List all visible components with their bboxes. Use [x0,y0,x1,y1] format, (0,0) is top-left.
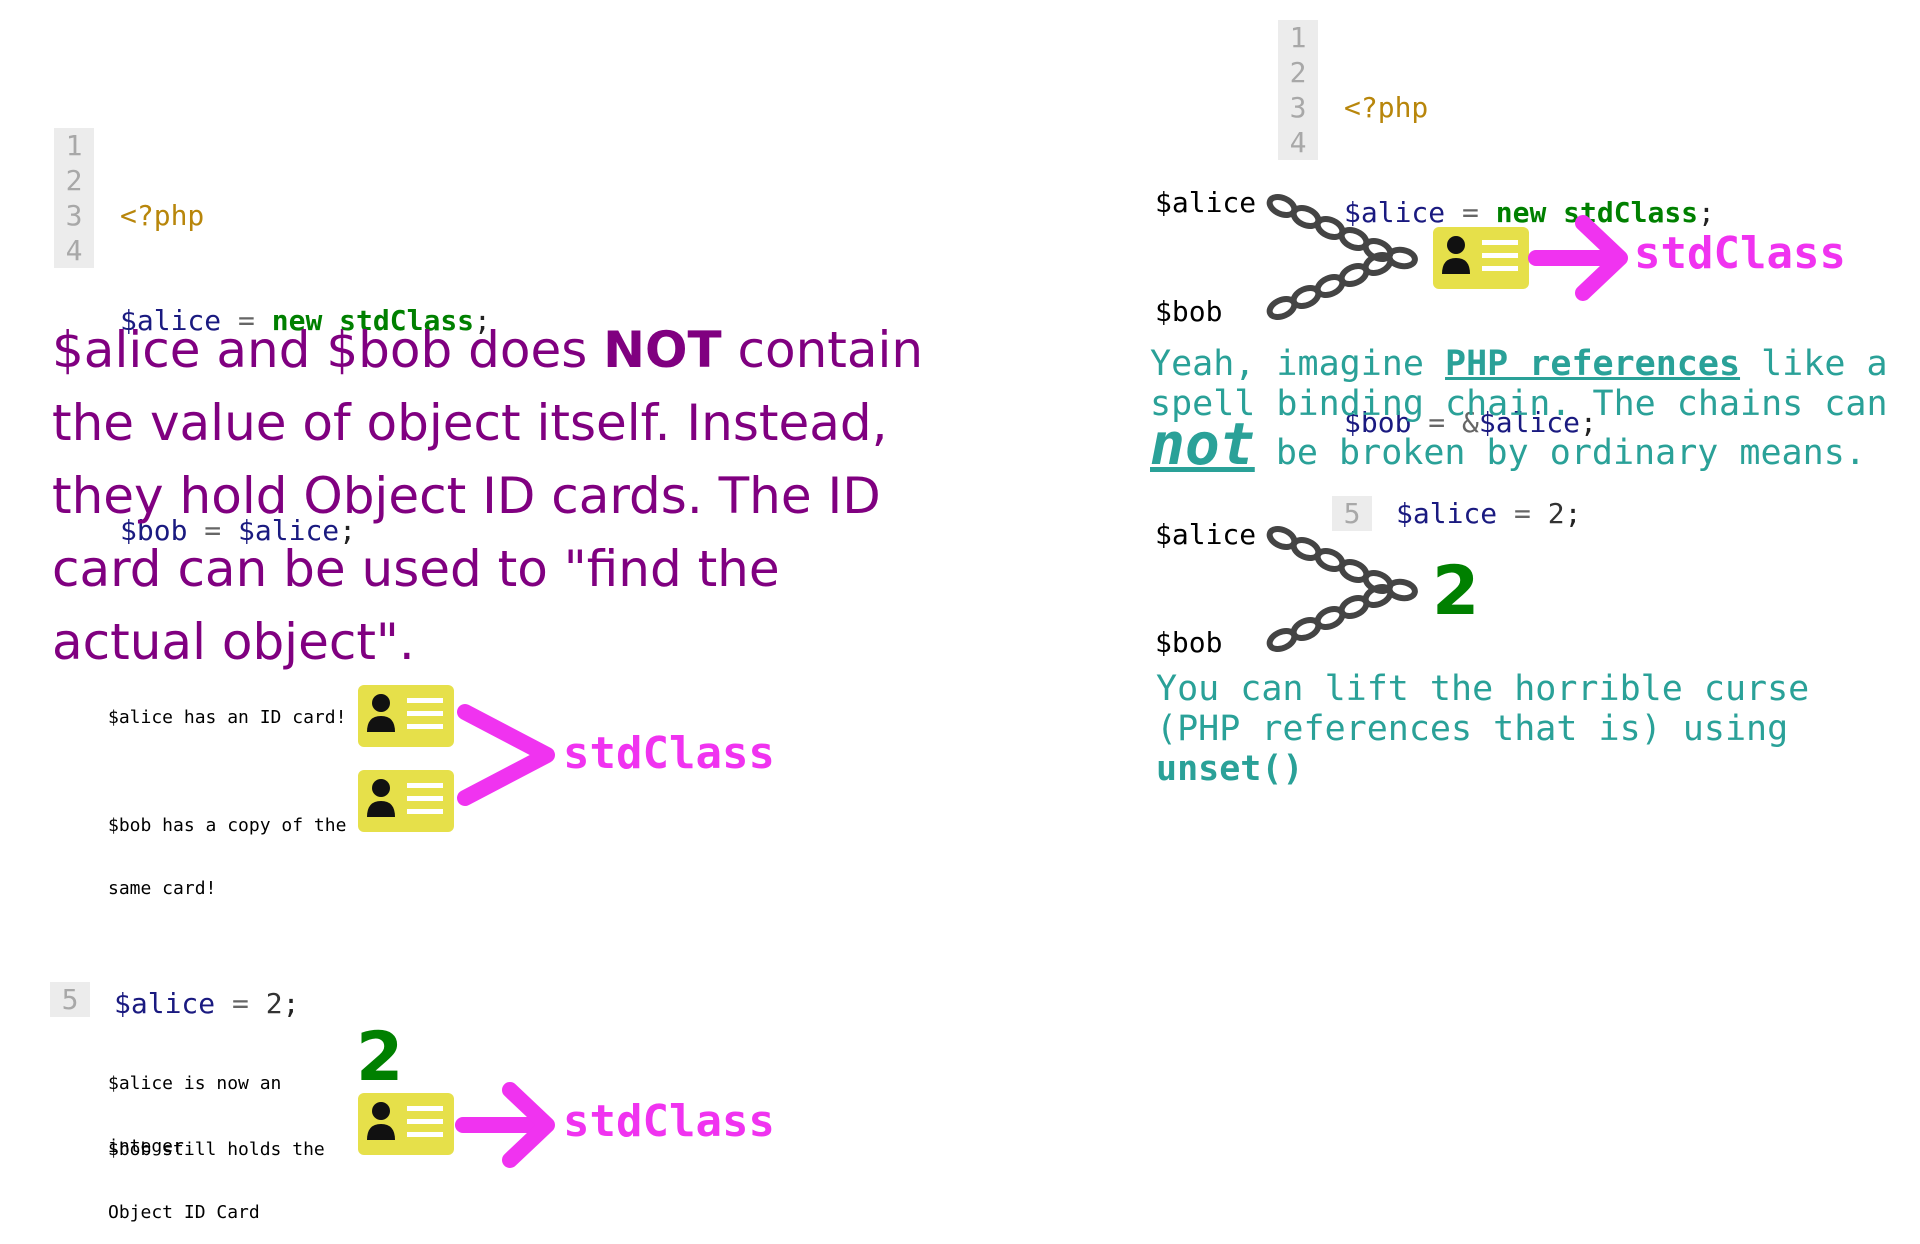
line-number: 4 [1289,126,1307,159]
line-number: 2 [65,164,83,197]
reference-text-part1: Yeah, imagine [1150,344,1446,384]
bob-card-label: $bob has a copy of the same card! [108,773,346,920]
explanation-part1: $alice and $bob does [52,321,604,379]
line-number: 5 [50,982,90,1017]
id-card-icon [1433,227,1529,289]
number-literal: 2 [265,987,283,1020]
alice-label: $alice [1155,186,1257,219]
bob-label: $bob [1155,626,1223,659]
right-code-gutter: 1 2 3 4 [1278,20,1318,160]
semicolon: ; [1698,196,1715,229]
semicolon: ; [282,987,300,1020]
bob-card-label-line2: same card! [108,878,217,899]
unset-function: unset() [1156,749,1304,789]
stdclass-label: stdClass [563,728,775,779]
id-card-icon [358,685,454,747]
php-open-tag: <?php [1344,91,1429,124]
bob-card-still-label: $bob still holds the Object ID Card [108,1097,325,1244]
line-number: 4 [65,234,83,267]
explanation-paragraph: $alice and $bob does NOT contain the val… [52,314,932,679]
right-arrow-icon [455,1082,555,1168]
line-number: 3 [65,199,83,232]
code-line-1: <?php [1344,90,1715,125]
line-number: 3 [1289,91,1307,124]
integer-value-two: 2 [1432,552,1480,631]
line-number: 1 [1289,21,1307,54]
php-references-link[interactable]: PHP references [1445,344,1740,384]
stdclass-label: stdClass [1634,228,1846,279]
line-number: 2 [1289,56,1307,89]
operator: = [1514,497,1531,530]
stdclass-label: stdClass [563,1096,775,1147]
right-arrow-icon [1528,215,1628,301]
assign-code-line: $alice = 2; [114,986,299,1021]
left-code-gutter: 1 2 3 4 [54,128,94,268]
alice-label: $alice [1155,518,1257,551]
bob-card-label-line1: $bob has a copy of the [108,815,347,836]
line-number: 1 [65,129,83,162]
reference-text-part3: be broken by ordinary means. [1254,433,1866,473]
operator: = [1462,196,1479,229]
chain-icon [1266,525,1418,653]
number-literal: 2 [1547,497,1565,530]
alice-card-label: $alice has an ID card! [108,707,347,728]
variable: $alice [114,987,216,1020]
reference-paragraph: Yeah, imagine PHP references like a spel… [1150,344,1910,473]
php-open-tag: <?php [120,199,205,232]
unset-paragraph: You can lift the horrible curse (PHP ref… [1156,669,1876,789]
id-card-icon [358,770,454,832]
alice-integer-line1: $alice is now an [108,1073,282,1094]
bob-card-still-line1: $bob still holds the [108,1139,325,1160]
id-card-icon [358,1093,454,1155]
converging-arrow-icon [457,704,555,806]
bob-label: $bob [1155,295,1223,328]
bob-card-still-line2: Object ID Card [108,1202,260,1223]
semicolon: ; [1564,497,1582,530]
operator: = [232,987,249,1020]
explanation-bold: NOT [603,321,722,379]
unset-text: You can lift the horrible curse (PHP ref… [1156,669,1810,749]
integer-value-two: 2 [356,1018,404,1097]
chain-icon [1266,193,1418,321]
reference-emphasis: not [1150,410,1255,478]
code-line-1: <?php [120,198,491,233]
